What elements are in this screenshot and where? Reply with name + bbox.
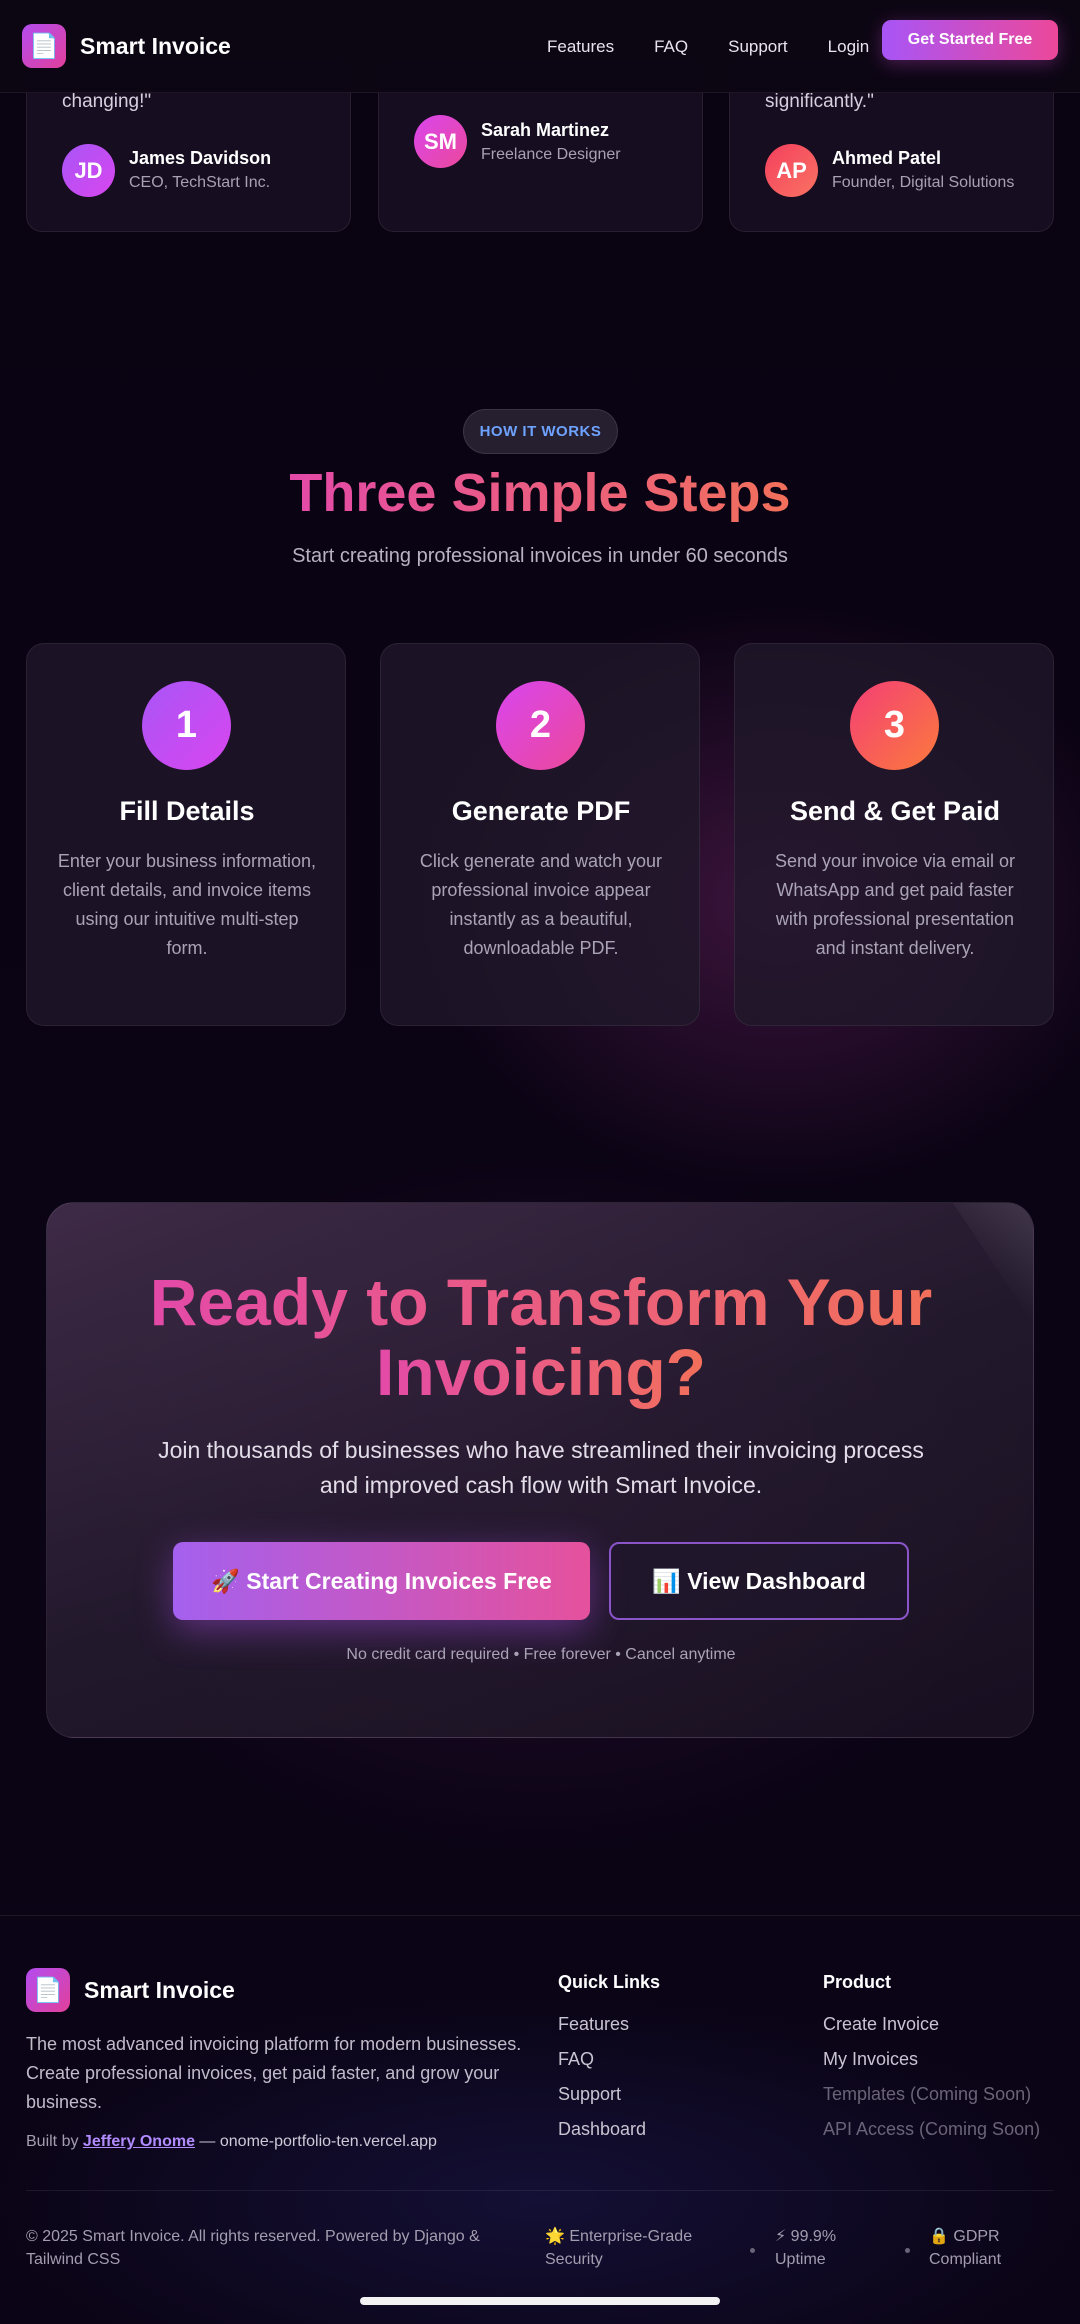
get-started-button[interactable]: Get Started Free	[882, 20, 1058, 60]
nav-link-login[interactable]: Login	[828, 37, 870, 57]
footer-link-create-invoice[interactable]: Create Invoice	[823, 2014, 939, 2035]
security-badge: 🌟 Enterprise-Grade Security	[545, 2228, 693, 2268]
step-number-badge: 2	[496, 681, 585, 770]
cta-title: Ready to Transform Your Invoicing?	[47, 1265, 1033, 1409]
nav-link-support[interactable]: Support	[728, 37, 788, 57]
testimonial-role: Founder, Digital Solutions	[832, 174, 1015, 191]
cta-subtitle: Join thousands of businesses who have st…	[158, 1437, 924, 1498]
cta-note: No credit card required • Free forever •…	[346, 1646, 736, 1663]
logo-document-icon[interactable]: 📄	[22, 24, 66, 68]
step-title: Generate PDF	[451, 796, 631, 826]
product-heading: Product	[823, 1972, 892, 1992]
step-card: 1 Fill Details Enter your business infor…	[26, 643, 346, 1026]
footer-description: The most advanced invoicing platform for…	[26, 2034, 522, 2112]
testimonial-role: CEO, TechStart Inc.	[129, 174, 271, 191]
start-creating-button[interactable]: 🚀 Start Creating Invoices Free	[173, 1542, 590, 1620]
section-subtitle: Start creating professional invoices in …	[292, 545, 788, 567]
footer-link-dashboard[interactable]: Dashboard	[558, 2119, 646, 2140]
nav-link-faq[interactable]: FAQ	[654, 37, 688, 57]
testimonial-name: James Davidson	[129, 148, 272, 168]
uptime-badge: ⚡ 99.9% Uptime	[775, 2228, 837, 2268]
testimonial-quote: changing!"	[62, 91, 152, 112]
footer-link-faq[interactable]: FAQ	[558, 2049, 594, 2070]
footer-bottom-divider	[26, 2190, 1054, 2191]
credit-prefix: Built by	[26, 2133, 79, 2150]
avatar: SM	[414, 115, 467, 168]
author-link[interactable]: Jeffery Onome	[83, 2133, 195, 2150]
step-number-badge: 3	[850, 681, 939, 770]
footer-credit: Built by Jeffery Onome — onome-portfolio…	[26, 2133, 437, 2151]
top-nav: 📄 Smart Invoice Features FAQ Support Log…	[0, 0, 1080, 93]
section-title: Three Simple Steps	[0, 462, 1080, 524]
step-number-badge: 1	[142, 681, 231, 770]
credit-separator: —	[199, 2133, 216, 2150]
home-indicator	[360, 2297, 720, 2305]
view-dashboard-button[interactable]: 📊 View Dashboard	[609, 1542, 909, 1620]
avatar: JD	[62, 144, 115, 197]
step-title: Send & Get Paid	[789, 796, 1001, 826]
badge-separator	[905, 2248, 910, 2253]
footer-logo-document-icon: 📄	[26, 1968, 70, 2012]
footer-link-support[interactable]: Support	[558, 2084, 621, 2105]
nav-links: Features FAQ Support Login	[547, 0, 909, 93]
footer-divider	[0, 1915, 1080, 1916]
badge-separator	[750, 2248, 755, 2253]
step-card: 3 Send & Get Paid Send your invoice via …	[734, 643, 1054, 1026]
section-pill: HOW IT WORKS	[463, 409, 618, 454]
testimonial-name: Sarah Martinez	[481, 120, 610, 140]
cta-title-line2: Invoicing?	[376, 1335, 706, 1409]
footer-link-features[interactable]: Features	[558, 2014, 629, 2035]
avatar: AP	[765, 144, 818, 197]
author-site: onome-portfolio-ten.vercel.app	[219, 2133, 437, 2150]
footer-api-coming-soon: API Access (Coming Soon)	[823, 2119, 1041, 2139]
testimonial-name: Ahmed Patel	[832, 148, 942, 168]
footer-brand: 📄 Smart Invoice	[26, 1968, 235, 2012]
cta-panel: Ready to Transform Your Invoicing? Join …	[46, 1202, 1034, 1738]
step-description: Click generate and watch your profession…	[419, 851, 663, 958]
step-description: Send your invoice via email or WhatsApp …	[774, 851, 1016, 958]
footer-brand-name: Smart Invoice	[84, 1976, 235, 2003]
brand-name[interactable]: Smart Invoice	[80, 33, 231, 60]
copyright: © 2025 Smart Invoice. All rights reserve…	[26, 2228, 480, 2268]
footer-templates-coming-soon: Templates (Coming Soon)	[823, 2084, 1032, 2104]
testimonial-quote: significantly."	[765, 91, 874, 112]
step-title: Fill Details	[119, 796, 255, 826]
testimonial-role: Freelance Designer	[481, 146, 621, 163]
nav-link-features[interactable]: Features	[547, 37, 614, 57]
section-title-text: Three Simple Steps	[289, 463, 791, 523]
step-description: Enter your business information, client …	[57, 851, 317, 958]
cta-title-line1: Ready to Transform Your	[149, 1265, 933, 1339]
footer-link-my-invoices[interactable]: My Invoices	[823, 2049, 918, 2070]
step-card: 2 Generate PDF Click generate and watch …	[380, 643, 700, 1026]
gdpr-badge: 🔒 GDPR Compliant	[929, 2228, 1002, 2268]
quick-links-heading: Quick Links	[558, 1972, 661, 1992]
